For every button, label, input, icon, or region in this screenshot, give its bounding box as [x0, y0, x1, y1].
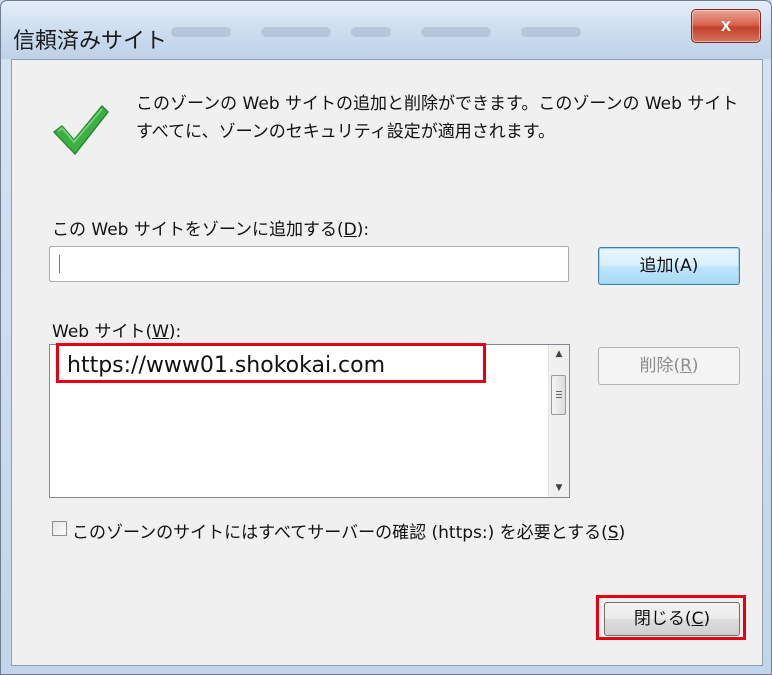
background-blur — [151, 21, 621, 43]
add-button[interactable]: 追加(A) — [598, 247, 740, 285]
url-highlight-box — [56, 343, 486, 383]
add-site-label: この Web サイトをゾーンに追加する(D): — [52, 220, 370, 240]
title-bar[interactable]: 信頼済みサイト x — [1, 1, 771, 59]
add-site-input[interactable] — [49, 246, 569, 282]
require-https-label[interactable]: このゾーンのサイトにはすべてサーバーの確認 (https:) を必要とする(S) — [72, 518, 625, 543]
description-line-1: このゾーンの Web サイトの追加と削除ができます。このゾーンの Web サイト — [136, 94, 739, 114]
trusted-sites-dialog: 信頼済みサイト x このゾーンの Web サイトの追加と削除ができます。このゾー… — [0, 0, 772, 675]
scroll-thumb[interactable] — [551, 375, 566, 415]
list-scrollbar[interactable]: ▲ ▼ — [548, 345, 569, 497]
scroll-down-arrow-icon[interactable]: ▼ — [549, 479, 569, 497]
window-title: 信頼済みサイト — [13, 29, 168, 54]
window-close-button[interactable]: x — [691, 9, 761, 43]
description-line-2: すべてに、ゾーンのセキュリティ設定が適用されます。 — [136, 122, 556, 142]
text-caret — [59, 255, 60, 273]
delete-button[interactable]: 削除(R) — [598, 347, 740, 385]
websites-label: Web サイト(W): — [52, 322, 182, 342]
checkmark-icon — [53, 105, 109, 155]
require-https-checkbox[interactable] — [52, 521, 67, 536]
scroll-up-arrow-icon[interactable]: ▲ — [549, 345, 569, 363]
close-button-highlight-box — [596, 595, 746, 640]
zone-description: このゾーンの Web サイトの追加と削除ができます。このゾーンの Web サイト… — [136, 90, 756, 146]
